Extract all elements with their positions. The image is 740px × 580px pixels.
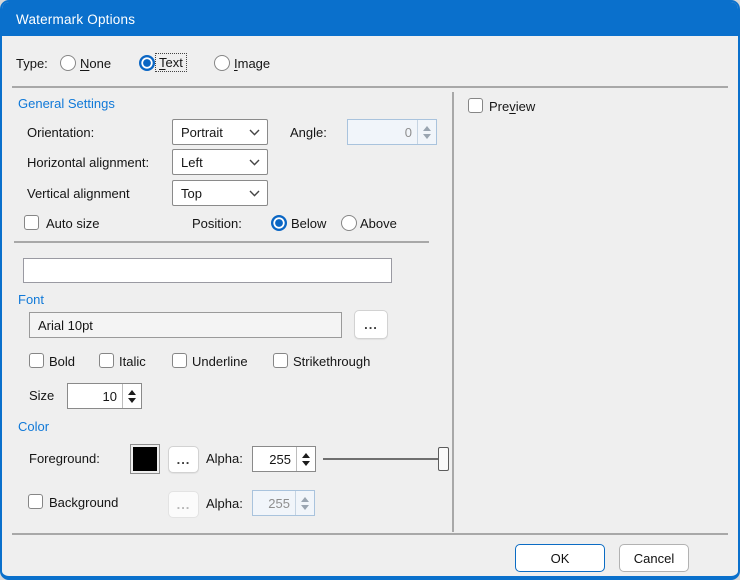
chevron-down-icon [249,190,260,197]
background-alpha-value: 255 [253,491,295,515]
foreground-alpha-value: 255 [253,447,296,471]
background-alpha-spinner: 255 [252,490,315,516]
position-label: Position: [192,216,242,231]
background-alpha-label: Alpha: [206,496,243,511]
size-spin-buttons[interactable] [122,384,141,408]
foreground-alpha-slider-thumb[interactable] [438,447,449,471]
bold-checkbox[interactable] [29,353,44,368]
foreground-browse-label: ... [177,452,191,467]
size-spinner[interactable]: 10 [67,383,142,409]
type-radio-none[interactable] [60,55,76,71]
spin-up-icon[interactable] [302,453,310,458]
spin-up-icon [423,126,431,131]
vertical-alignment-value: Top [181,186,202,201]
type-label: Type: [16,56,48,71]
column-divider [452,92,454,532]
ok-button[interactable]: OK [515,544,605,572]
dialog-title: Watermark Options [2,12,135,27]
orientation-value: Portrait [181,125,223,140]
auto-size-label[interactable]: Auto size [46,216,99,231]
foreground-browse-button[interactable]: ... [168,446,199,473]
underline-label[interactable]: Underline [192,354,248,369]
ok-button-label: OK [551,551,570,566]
spin-down-icon [423,134,431,139]
type-radio-image-label[interactable]: Image [234,56,270,71]
background-browse-label: ... [177,497,191,512]
foreground-color-swatch[interactable] [130,444,160,474]
font-field: Arial 10pt [29,312,342,338]
angle-label: Angle: [290,125,327,140]
type-radio-image[interactable] [214,55,230,71]
type-radio-text[interactable] [139,55,155,71]
type-radio-text-label: Text [159,55,183,70]
strikethrough-label[interactable]: Strikethrough [293,354,370,369]
spin-down-icon [301,505,309,510]
titlebar: Watermark Options [2,2,738,36]
horizontal-alignment-label: Horizontal alignment: [27,155,149,170]
preview-label[interactable]: Preview [489,99,535,114]
italic-checkbox[interactable] [99,353,114,368]
alpha-spin-buttons[interactable] [296,447,315,471]
alpha-spin-buttons [295,491,314,515]
angle-spinner: 0 [347,119,437,145]
bold-label[interactable]: Bold [49,354,75,369]
italic-label[interactable]: Italic [119,354,146,369]
strikethrough-checkbox[interactable] [273,353,288,368]
type-radio-none-label[interactable]: None [80,56,111,71]
horizontal-alignment-value: Left [181,155,203,170]
foreground-label: Foreground: [29,451,100,466]
background-checkbox[interactable] [28,494,43,509]
spin-up-icon[interactable] [128,390,136,395]
general-separator [14,241,429,243]
watermark-text-input[interactable] [23,258,392,283]
position-radio-above[interactable] [341,215,357,231]
orientation-label: Orientation: [27,125,94,140]
cancel-button[interactable]: Cancel [619,544,689,572]
background-label[interactable]: Background [49,495,118,510]
angle-spin-buttons [417,120,436,144]
font-heading: Font [18,292,44,307]
general-settings-heading: General Settings [18,96,115,111]
background-browse-button: ... [168,491,199,518]
horizontal-alignment-select[interactable]: Left [172,149,268,175]
spin-down-icon[interactable] [128,398,136,403]
auto-size-checkbox[interactable] [24,215,39,230]
foreground-alpha-spinner[interactable]: 255 [252,446,316,472]
position-radio-below[interactable] [271,215,287,231]
type-radio-text-focus[interactable]: Text [155,53,187,72]
font-browse-label: ... [364,317,378,332]
foreground-alpha-slider-track[interactable] [323,458,443,460]
spin-up-icon [301,497,309,502]
underline-checkbox[interactable] [172,353,187,368]
footer-separator [12,533,728,535]
vertical-alignment-select[interactable]: Top [172,180,268,206]
angle-value: 0 [348,120,417,144]
cancel-button-label: Cancel [634,551,674,566]
foreground-alpha-label: Alpha: [206,451,243,466]
preview-checkbox[interactable] [468,98,483,113]
size-value: 10 [68,384,122,408]
font-browse-button[interactable]: ... [354,310,388,339]
color-heading: Color [18,419,49,434]
type-separator [12,86,728,88]
position-radio-above-label[interactable]: Above [360,216,397,231]
chevron-down-icon [249,129,260,136]
chevron-down-icon [249,159,260,166]
orientation-select[interactable]: Portrait [172,119,268,145]
dialog-content: Type: None Text Image General Settings O… [2,36,738,576]
vertical-alignment-label: Vertical alignment [27,186,130,201]
position-radio-below-label[interactable]: Below [291,216,326,231]
size-label: Size [29,388,54,403]
font-value: Arial 10pt [38,318,93,333]
watermark-options-dialog: Watermark Options Type: None Text Image … [0,0,740,580]
spin-down-icon[interactable] [302,461,310,466]
